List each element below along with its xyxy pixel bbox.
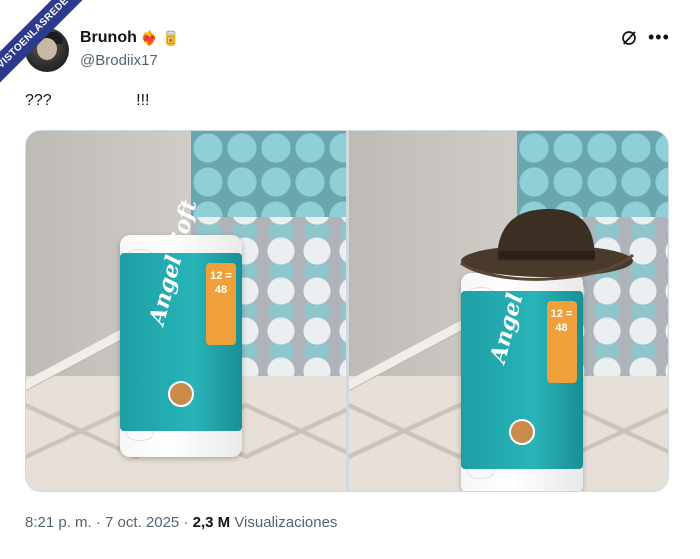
pack-count-label: 12 = 48 xyxy=(546,301,577,383)
grok-icon[interactable] xyxy=(620,29,638,47)
tweet-date[interactable]: 7 oct. 2025 xyxy=(105,514,179,531)
more-icon[interactable]: ••• xyxy=(648,28,670,46)
media-grid[interactable]: 12 = 48 Angel Soft 12 = 48 Angel Soft xyxy=(25,130,669,492)
photo-1[interactable]: 12 = 48 Angel Soft xyxy=(26,131,346,491)
toilet-paper-pack: 12 = 48 Angel Soft xyxy=(460,235,583,491)
user-name-row[interactable]: Brunoh ❤️‍🔥 🥫 xyxy=(80,29,180,47)
user-handle[interactable]: @Brodiix17 xyxy=(80,52,158,69)
tweet-footer: 8:21 p. m. · 7 oct. 2025 · 2,3 M Visuali… xyxy=(25,514,338,531)
views-count: 2,3 M xyxy=(192,514,231,531)
name-emoji: ❤️‍🔥 🥫 xyxy=(140,29,180,46)
views-label: Visualizaciones xyxy=(234,514,338,531)
display-name[interactable]: Brunoh xyxy=(80,29,137,47)
toilet-paper-pack: 12 = 48 Angel Soft xyxy=(120,197,242,457)
cowboy-hat xyxy=(459,209,634,281)
tweet-text: ??? !!! xyxy=(25,92,150,109)
pack-count-label: 12 = 48 xyxy=(206,263,236,345)
photo-2[interactable]: 12 = 48 Angel Soft xyxy=(348,131,668,491)
tweet-time[interactable]: 8:21 p. m. xyxy=(25,514,92,531)
